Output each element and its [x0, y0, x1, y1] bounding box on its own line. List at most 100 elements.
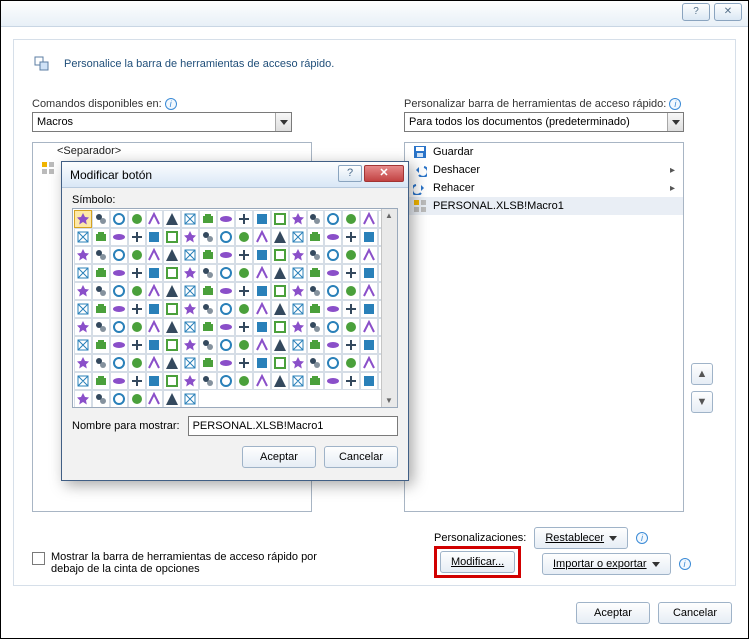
- symbol-cell[interactable]: [271, 282, 289, 300]
- symbol-cell[interactable]: [235, 264, 253, 282]
- dialog-accept-button[interactable]: Aceptar: [242, 446, 316, 468]
- outer-close-button[interactable]: ✕: [714, 3, 742, 21]
- list-item[interactable]: PERSONAL.XLSB!Macro1: [405, 197, 683, 215]
- symbol-cell[interactable]: [253, 354, 271, 372]
- symbol-cell[interactable]: [324, 318, 342, 336]
- symbol-cell[interactable]: [110, 282, 128, 300]
- symbol-cell[interactable]: [307, 246, 325, 264]
- dialog-help-button[interactable]: ?: [338, 165, 362, 182]
- scrollbar[interactable]: [381, 209, 397, 407]
- symbol-cell[interactable]: [163, 228, 181, 246]
- symbol-cell[interactable]: [163, 318, 181, 336]
- move-up-button[interactable]: ▲: [691, 363, 713, 385]
- symbol-cell[interactable]: [146, 210, 164, 228]
- symbol-cell[interactable]: [217, 282, 235, 300]
- symbol-cell[interactable]: [324, 372, 342, 390]
- symbol-cell[interactable]: [342, 354, 360, 372]
- symbol-cell[interactable]: [342, 228, 360, 246]
- symbol-cell[interactable]: [324, 210, 342, 228]
- symbol-cell[interactable]: [307, 264, 325, 282]
- symbol-cell[interactable]: [307, 336, 325, 354]
- symbol-cell[interactable]: [92, 246, 110, 264]
- outer-help-button[interactable]: ?: [682, 3, 710, 21]
- symbol-cell[interactable]: [253, 246, 271, 264]
- symbol-cell[interactable]: [163, 372, 181, 390]
- symbol-cell[interactable]: [342, 318, 360, 336]
- symbol-cell[interactable]: [181, 336, 199, 354]
- symbol-cell[interactable]: [235, 318, 253, 336]
- symbol-cell[interactable]: [360, 282, 378, 300]
- symbol-cell[interactable]: [360, 246, 378, 264]
- symbol-cell[interactable]: [74, 336, 92, 354]
- symbol-cell[interactable]: [181, 372, 199, 390]
- symbol-cell[interactable]: [128, 318, 146, 336]
- symbol-cell[interactable]: [253, 210, 271, 228]
- symbol-cell[interactable]: [146, 372, 164, 390]
- symbol-cell[interactable]: [92, 336, 110, 354]
- symbol-cell[interactable]: [110, 354, 128, 372]
- symbol-cell[interactable]: [253, 336, 271, 354]
- symbol-cell[interactable]: [92, 228, 110, 246]
- symbol-cell[interactable]: [74, 228, 92, 246]
- symbol-cell[interactable]: [271, 300, 289, 318]
- symbol-cell[interactable]: [163, 210, 181, 228]
- symbol-cell[interactable]: [163, 282, 181, 300]
- symbol-cell[interactable]: [307, 318, 325, 336]
- symbol-cell[interactable]: [235, 354, 253, 372]
- symbol-cell[interactable]: [110, 390, 128, 408]
- symbol-cell[interactable]: [360, 354, 378, 372]
- symbol-cell[interactable]: [324, 264, 342, 282]
- symbol-cell[interactable]: [307, 372, 325, 390]
- symbol-cell[interactable]: [342, 210, 360, 228]
- symbol-cell[interactable]: [110, 264, 128, 282]
- symbol-cell[interactable]: [181, 318, 199, 336]
- symbol-cell[interactable]: [271, 318, 289, 336]
- list-item[interactable]: Guardar: [405, 143, 683, 161]
- symbol-cell[interactable]: [146, 354, 164, 372]
- symbol-cell[interactable]: [110, 336, 128, 354]
- symbol-grid[interactable]: [72, 208, 398, 408]
- symbol-cell[interactable]: [128, 210, 146, 228]
- symbol-cell[interactable]: [92, 300, 110, 318]
- list-item[interactable]: Deshacer ▸: [405, 161, 683, 179]
- symbol-cell[interactable]: [342, 246, 360, 264]
- symbol-cell[interactable]: [235, 336, 253, 354]
- symbol-cell[interactable]: [289, 264, 307, 282]
- symbol-cell[interactable]: [342, 282, 360, 300]
- symbol-cell[interactable]: [163, 300, 181, 318]
- symbol-cell[interactable]: [74, 390, 92, 408]
- symbol-cell[interactable]: [324, 354, 342, 372]
- symbol-cell[interactable]: [146, 228, 164, 246]
- symbol-cell[interactable]: [74, 246, 92, 264]
- symbol-cell[interactable]: [217, 354, 235, 372]
- symbol-cell[interactable]: [146, 390, 164, 408]
- symbol-cell[interactable]: [199, 336, 217, 354]
- symbol-cell[interactable]: [199, 210, 217, 228]
- symbol-cell[interactable]: [217, 228, 235, 246]
- symbol-cell[interactable]: [360, 210, 378, 228]
- import-export-button[interactable]: Importar o exportar: [542, 553, 671, 575]
- symbol-cell[interactable]: [235, 282, 253, 300]
- symbol-cell[interactable]: [146, 336, 164, 354]
- symbol-cell[interactable]: [199, 354, 217, 372]
- symbol-cell[interactable]: [74, 372, 92, 390]
- target-combo[interactable]: Para todos los documentos (predeterminad…: [404, 112, 684, 132]
- symbol-cell[interactable]: [235, 210, 253, 228]
- symbol-cell[interactable]: [146, 264, 164, 282]
- symbol-cell[interactable]: [74, 210, 92, 228]
- symbol-cell[interactable]: [163, 264, 181, 282]
- symbol-cell[interactable]: [217, 246, 235, 264]
- symbol-cell[interactable]: [128, 282, 146, 300]
- symbol-cell[interactable]: [217, 318, 235, 336]
- symbol-cell[interactable]: [74, 318, 92, 336]
- symbol-cell[interactable]: [181, 354, 199, 372]
- symbol-cell[interactable]: [324, 336, 342, 354]
- symbol-cell[interactable]: [307, 300, 325, 318]
- symbol-cell[interactable]: [163, 354, 181, 372]
- qat-listbox[interactable]: Guardar Deshacer ▸ Rehacer ▸ PERSONAL.XL…: [404, 142, 684, 512]
- symbol-cell[interactable]: [92, 372, 110, 390]
- symbol-cell[interactable]: [181, 210, 199, 228]
- symbol-cell[interactable]: [271, 264, 289, 282]
- help-icon[interactable]: i: [679, 558, 691, 570]
- symbol-cell[interactable]: [289, 300, 307, 318]
